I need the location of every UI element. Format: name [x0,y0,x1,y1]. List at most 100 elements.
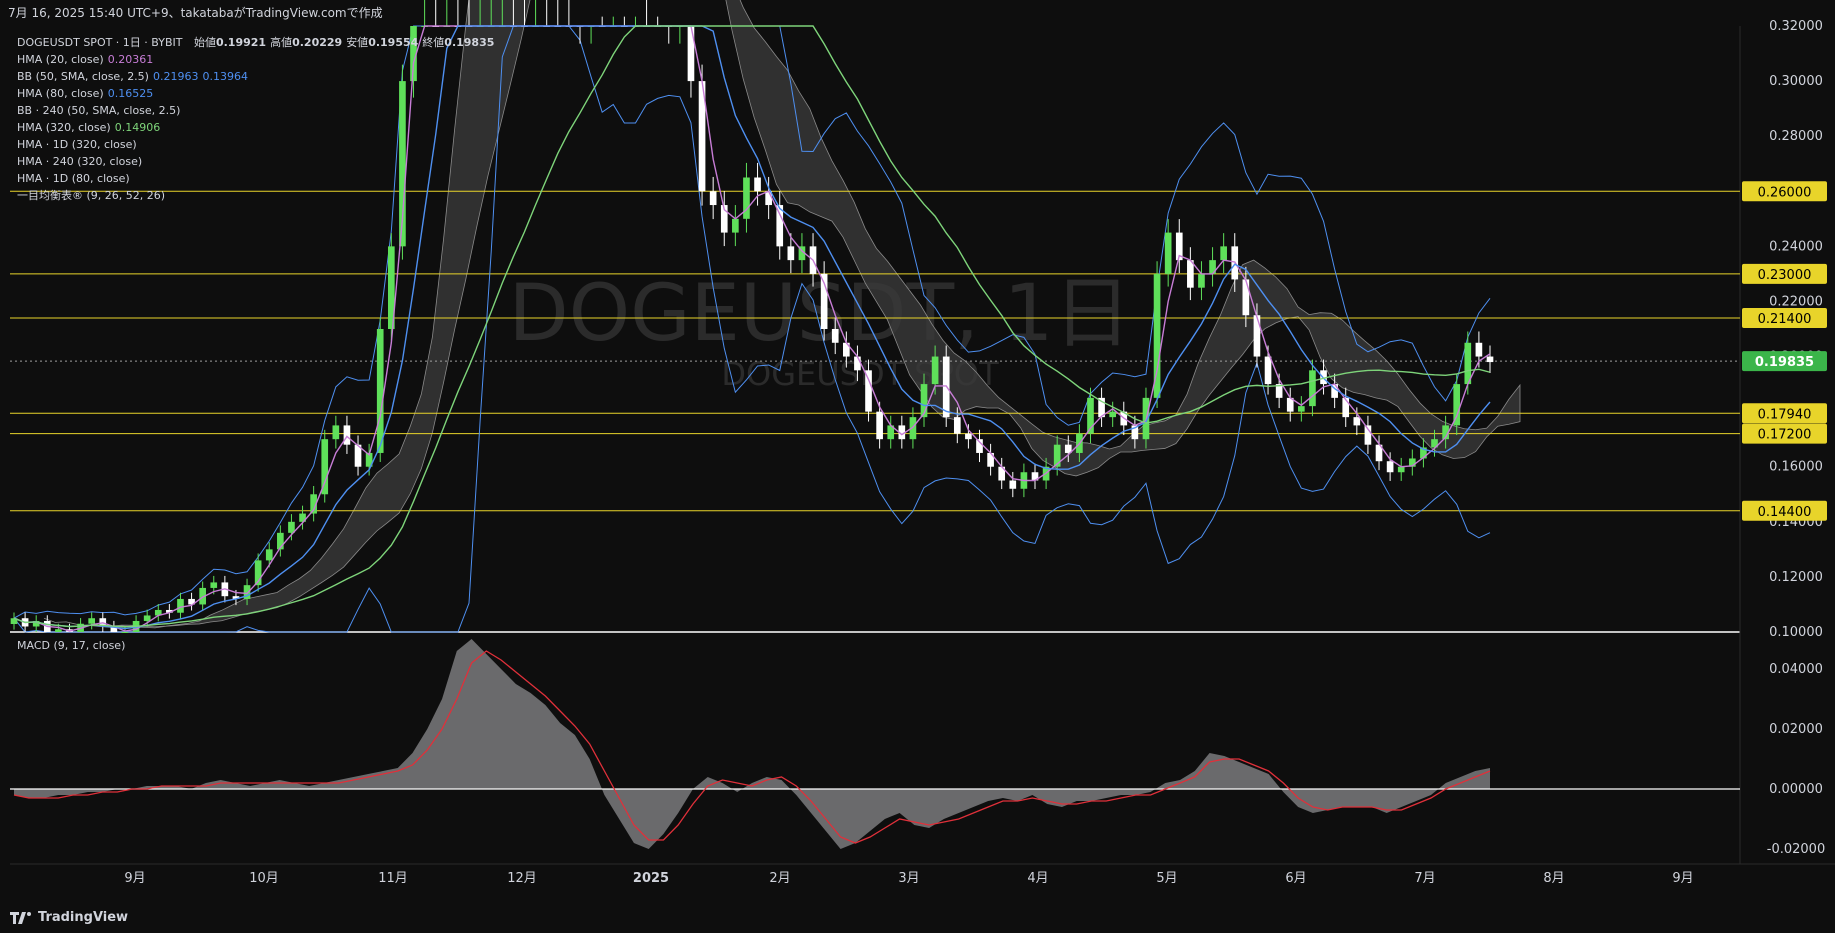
candle-body [121,632,129,633]
time-tick-label: 11月 [378,871,408,886]
indicator-row[interactable]: 一目均衡表® (9, 26, 52, 26) [17,187,494,204]
candle-body [1264,356,1272,385]
ohlc-value: 0.19921 [215,36,267,49]
symbol-title: DOGEUSDT SPOT · 1日 · BYBIT [17,36,183,49]
macd-tick-label: 0.02000 [1769,722,1823,737]
time-tick-label: 9月 [1672,871,1693,886]
time-tick-label: 3月 [898,871,919,886]
indicator-value: 0.14906 [114,121,161,134]
time-tick-label: 8月 [1543,871,1564,886]
candle [554,0,562,27]
indicator-name: HMA · 240 (320, close) [17,155,143,168]
indicator-name: HMA · 1D (80, close) [17,172,130,185]
candle-body [1309,370,1316,407]
candle [421,0,428,27]
ohlc-value: 0.19554 [368,36,419,49]
tradingview-logo[interactable]: TradingView [10,910,128,925]
indicator-value: 0.13964 [202,70,248,83]
time-tick-label: 6月 [1285,871,1306,886]
candle-body [776,205,784,247]
level-badge-label: 0.26000 [1758,185,1812,200]
last-price-label: 0.19835 [1755,355,1814,370]
candle-body [931,356,939,385]
candle-body [865,370,872,412]
price-tick-label: 0.22000 [1769,294,1823,309]
candle-body [953,417,961,434]
level-badge-label: 0.17940 [1758,407,1812,422]
time-tick-label: 9月 [124,871,145,886]
time-tick-label: 10月 [249,871,279,886]
indicator-name: BB · 240 (50, SMA, close, 2.5) [17,104,181,117]
level-badge-label: 0.21400 [1758,312,1812,327]
level-badge-label: 0.17200 [1758,428,1812,443]
ohlc-value: 0.20229 [292,36,343,49]
candle [565,0,573,27]
time-tick-label: 2025 [633,871,669,886]
candle-body [743,177,750,219]
tradingview-logo-icon [10,911,31,924]
macd-tick-label: -0.02000 [1767,842,1825,857]
candle-body [88,618,96,624]
level-badge-label: 0.14400 [1758,505,1812,520]
candle-body [1486,356,1494,363]
candle-body [1386,461,1394,473]
tradingview-brand: TradingView [38,910,129,925]
candle-body [265,549,273,561]
ohlc-label: 高値 [270,36,293,49]
candle [454,0,462,27]
candle-body [876,411,883,440]
candle [321,429,329,503]
candle-body [1353,417,1361,426]
candle-body [854,356,861,371]
candle-body [177,598,184,613]
macd-tick-label: 0.04000 [1769,662,1823,677]
time-tick-label: 7月 [1414,871,1435,886]
price-tick-label: 0.12000 [1769,570,1823,585]
candle-body [321,439,329,495]
candle [643,0,650,27]
price-tick-label: 0.30000 [1769,74,1823,89]
candle-body [143,615,151,621]
candle-body [1009,480,1017,489]
price-tick-label: 0.32000 [1769,19,1823,34]
candle [532,0,539,27]
candle-body [210,582,218,588]
indicator-row[interactable]: HMA · 240 (320, close) [17,153,494,170]
indicator-row[interactable]: HMA · 1D (80, close) [17,170,494,187]
candle [543,0,551,27]
candle [1153,261,1161,409]
indicator-row[interactable]: HMA · 1D (320, close) [17,136,494,153]
price-tick-label: 0.10000 [1769,625,1823,640]
candle-body [1187,260,1194,288]
candle-body [1164,232,1172,274]
indicator-row[interactable]: HMA (320, close) 0.14906 [17,119,494,136]
indicator-value: 0.16525 [107,87,154,100]
chart-frame: 7月 16, 2025 15:40 UTC+9、takatabaがTrading… [0,0,1835,933]
indicator-row[interactable]: HMA (20, close) 0.20361 [17,51,494,68]
price-tick-label: 0.28000 [1769,129,1823,144]
price-tick-label: 0.16000 [1769,460,1823,475]
candle-body [1220,246,1227,261]
time-tick-label: 4月 [1027,871,1048,886]
macd-label: MACD (9, 17, close) [17,639,126,652]
ohlc-values: 始値0.19921 高値0.20229 安値0.19554 終値0.19835 [186,36,494,49]
macd-tick-label: 0.00000 [1769,782,1823,797]
candle-body [1397,466,1405,473]
indicator-name: HMA (80, close) [17,87,104,100]
candle-body [1475,342,1483,357]
candle [432,0,440,27]
candle-body [376,329,384,453]
candle-body [709,191,717,206]
ohlc-label: 安値 [346,36,369,49]
indicator-row[interactable]: BB · 240 (50, SMA, close, 2.5) [17,102,494,119]
ohlc-label: 始値 [193,36,216,49]
indicator-name: HMA · 1D (320, close) [17,138,137,151]
candle-body [831,329,839,343]
indicator-name: BB (50, SMA, close, 2.5) [17,70,149,83]
indicator-row[interactable]: HMA (80, close) 0.16525 [17,85,494,102]
indicator-row[interactable]: BB (50, SMA, close, 2.5) 0.21963 0.13964 [17,68,494,85]
candle-body [1253,315,1261,357]
candle-body [55,629,62,632]
candle-body [754,177,761,192]
ohlc-label: 終値 [422,36,445,49]
